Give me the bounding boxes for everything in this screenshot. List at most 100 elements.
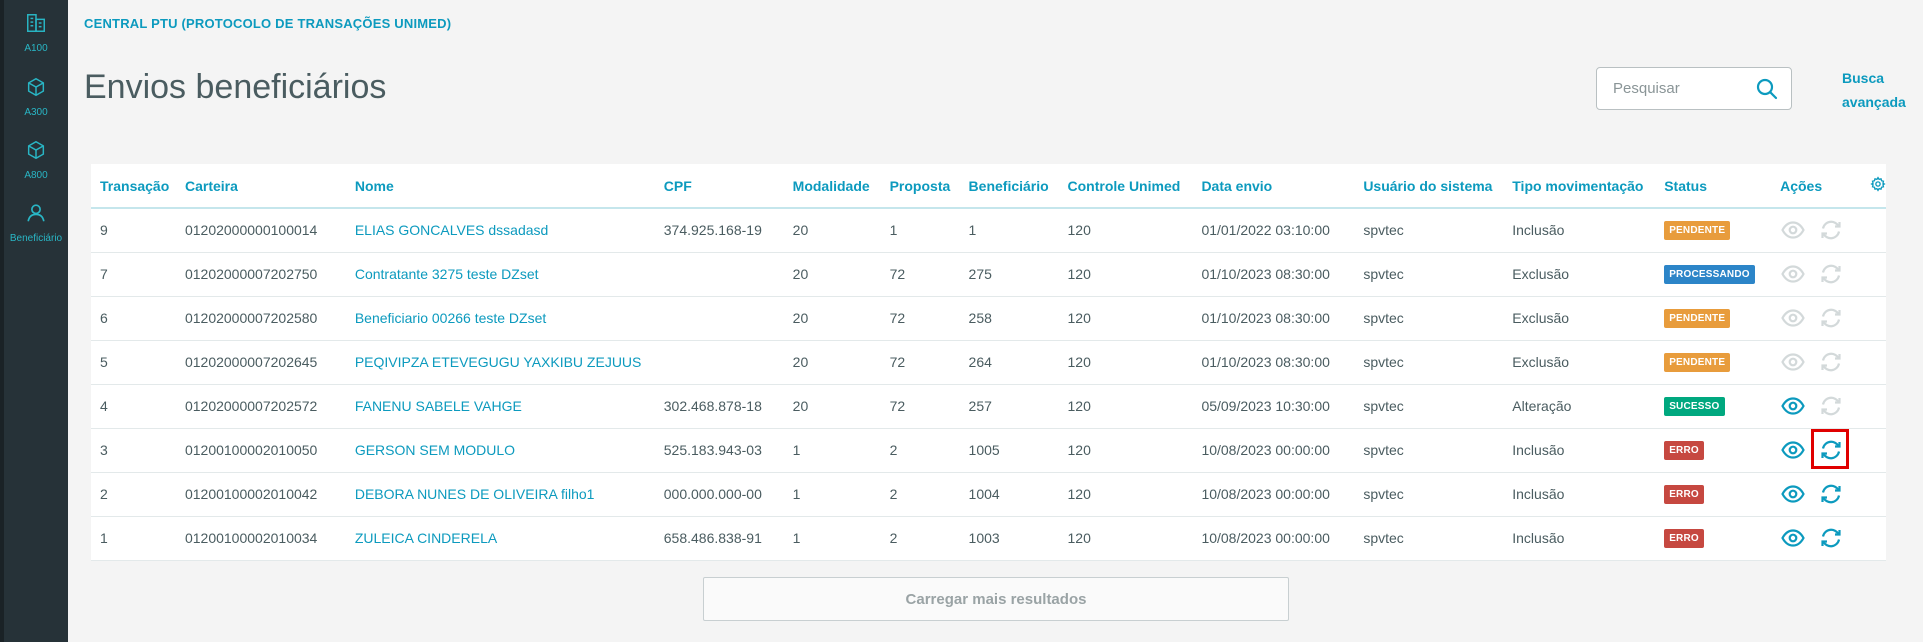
cell-actions (1771, 384, 1886, 429)
resend-sync-icon[interactable] (1811, 429, 1850, 469)
advanced-search-label-line1: Busca (1842, 70, 1885, 86)
beneficiary-name-link[interactable]: ELIAS GONCALVES dssadasd (345, 208, 655, 253)
advanced-search-link[interactable]: Busca avançada (1842, 66, 1906, 114)
cell-data-envio: 05/09/2023 10:30:00 (1192, 384, 1355, 429)
load-more-button[interactable]: Carregar mais resultados (703, 577, 1289, 621)
column-settings[interactable] (1861, 164, 1886, 209)
cell-status: ERRO (1655, 428, 1772, 473)
beneficiary-name-link[interactable]: PEQIVIPZA ETEVEGUGU YAXKIBU ZEJUUS (345, 340, 655, 385)
column-header[interactable]: Proposta (880, 164, 960, 209)
person-icon (25, 202, 47, 229)
building-icon (25, 12, 47, 39)
cell-status: PROCESSANDO (1655, 252, 1772, 297)
column-header[interactable]: Carteira (175, 164, 346, 209)
status-badge: ERRO (1664, 441, 1704, 460)
beneficiary-name-link[interactable]: Contratante 3275 teste DZset (345, 252, 655, 297)
cell-tipo-movimentacao: Exclusão (1503, 340, 1656, 385)
view-eye-icon (1780, 349, 1806, 375)
view-eye-icon (1780, 305, 1806, 331)
column-header[interactable]: Usuário do sistema (1354, 164, 1504, 209)
cell-carteira: 01200100002010050 (175, 428, 346, 473)
cell-data-envio: 01/10/2023 08:30:00 (1192, 340, 1355, 385)
cell-actions (1771, 252, 1886, 297)
cell-transacao: 3 (91, 428, 176, 473)
view-eye-icon[interactable] (1780, 525, 1806, 551)
status-badge: ERRO (1664, 529, 1704, 548)
cell-transacao: 5 (91, 340, 176, 385)
view-eye-icon[interactable] (1780, 393, 1806, 419)
advanced-search-label-line2: avançada (1842, 94, 1906, 110)
cell-modalidade: 20 (783, 208, 881, 253)
cell-beneficiario: 275 (959, 252, 1059, 297)
cell-actions (1771, 516, 1886, 561)
beneficiary-name-link[interactable]: FANENU SABELE VAHGE (345, 384, 655, 429)
cell-controle-unimed: 120 (1058, 252, 1193, 297)
resend-sync-icon[interactable] (1818, 481, 1844, 507)
sidebar-item-a100[interactable]: A100 (4, 12, 68, 54)
column-header[interactable]: Transação (91, 164, 176, 209)
breadcrumb[interactable]: CENTRAL PTU (PROTOCOLO DE TRANSAÇÕES UNI… (84, 16, 451, 31)
cell-usuario: spvtec (1354, 340, 1504, 385)
sidebar-item-a800[interactable]: A800 (4, 139, 68, 181)
cell-transacao: 9 (91, 208, 176, 253)
cell-transacao: 4 (91, 384, 176, 429)
beneficiary-name-link[interactable]: Beneficiario 00266 teste DZset (345, 296, 655, 341)
cell-data-envio: 01/10/2023 08:30:00 (1192, 296, 1355, 341)
cell-modalidade: 20 (783, 296, 881, 341)
cell-controle-unimed: 120 (1058, 516, 1193, 561)
column-header[interactable]: Modalidade (783, 164, 881, 209)
resend-sync-icon[interactable] (1818, 525, 1844, 551)
cell-transacao: 1 (91, 516, 176, 561)
column-header[interactable]: Controle Unimed (1058, 164, 1193, 209)
beneficiary-name-link[interactable]: DEBORA NUNES DE OLIVEIRA filho1 (345, 472, 655, 517)
cell-beneficiario: 264 (959, 340, 1059, 385)
cell-transacao: 2 (91, 472, 176, 517)
column-header[interactable]: Beneficiário (959, 164, 1059, 209)
view-eye-icon[interactable] (1780, 481, 1806, 507)
cell-controle-unimed: 120 (1058, 472, 1193, 517)
sidebar-item-label: A100 (24, 43, 48, 54)
cell-modalidade: 1 (783, 428, 881, 473)
beneficiary-name-link[interactable]: ZULEICA CINDERELA (345, 516, 655, 561)
cell-usuario: spvtec (1354, 516, 1504, 561)
gear-icon[interactable] (1870, 176, 1886, 195)
column-header[interactable]: CPF (654, 164, 784, 209)
cell-modalidade: 20 (783, 252, 881, 297)
cell-usuario: spvtec (1354, 428, 1504, 473)
beneficiary-name-link[interactable]: GERSON SEM MODULO (345, 428, 655, 473)
cell-proposta: 2 (880, 428, 960, 473)
sidebar-item-beneficiario[interactable]: Beneficiário (4, 202, 68, 244)
cell-tipo-movimentacao: Exclusão (1503, 296, 1656, 341)
cell-actions (1771, 340, 1886, 385)
table-header-row: Transação Carteira Nome CPF Modalidade P… (91, 164, 1886, 209)
cell-tipo-movimentacao: Alteração (1503, 384, 1656, 429)
cube-icon (25, 76, 47, 103)
cell-tipo-movimentacao: Inclusão (1503, 208, 1656, 253)
cell-usuario: spvtec (1354, 384, 1504, 429)
cell-status: PENDENTE (1655, 296, 1772, 341)
cell-cpf: 000.000.000-00 (654, 472, 784, 517)
cell-usuario: spvtec (1354, 472, 1504, 517)
cell-carteira: 01200100002010042 (175, 472, 346, 517)
column-header[interactable]: Status (1655, 164, 1772, 209)
search-input[interactable] (1613, 80, 1753, 97)
cell-modalidade: 20 (783, 340, 881, 385)
cell-modalidade: 1 (783, 472, 881, 517)
cell-cpf: 658.486.838-91 (654, 516, 784, 561)
sidebar-item-label: Beneficiário (9, 233, 63, 244)
cell-beneficiario: 257 (959, 384, 1059, 429)
sidebar-item-a300[interactable]: A300 (4, 76, 68, 118)
cell-data-envio: 01/01/2022 03:10:00 (1192, 208, 1355, 253)
cell-cpf: 525.183.943-03 (654, 428, 784, 473)
cell-transacao: 7 (91, 252, 176, 297)
column-header[interactable]: Data envio (1192, 164, 1355, 209)
cell-status: ERRO (1655, 516, 1772, 561)
page-title: Envios beneficiários (84, 68, 387, 106)
column-header[interactable]: Tipo movimentação (1503, 164, 1656, 209)
view-eye-icon[interactable] (1780, 437, 1806, 463)
resend-sync-icon (1818, 305, 1844, 331)
search-icon[interactable] (1755, 77, 1779, 101)
sidebar-item-label: A300 (24, 107, 48, 118)
table-row: 5 01202000007202645 PEQIVIPZA ETEVEGUGU … (91, 340, 1886, 385)
column-header[interactable]: Nome (345, 164, 655, 209)
